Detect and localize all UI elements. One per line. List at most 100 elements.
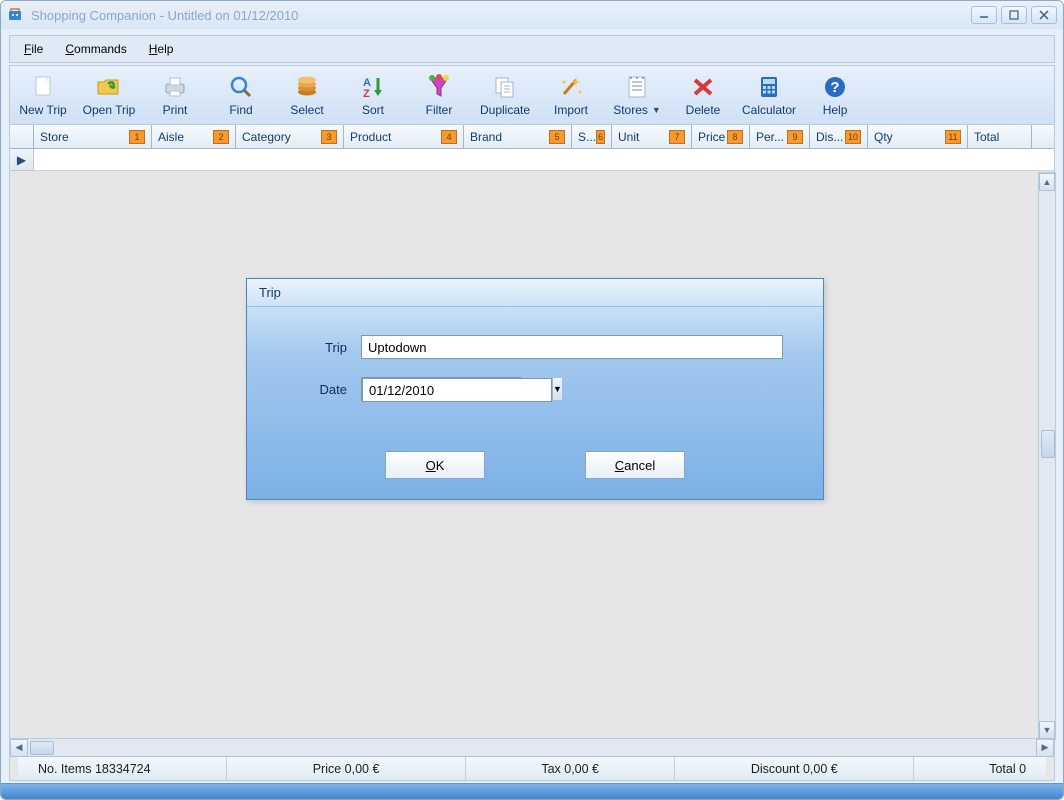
column-badge-icon: 1 (129, 130, 145, 144)
column-label: Store (40, 130, 69, 144)
print-button[interactable]: Print (142, 66, 208, 124)
delete-button[interactable]: Delete (670, 66, 736, 124)
wand-icon (555, 73, 587, 101)
column-header[interactable]: Store 1 (34, 125, 152, 148)
column-header[interactable]: Qty11 (868, 125, 968, 148)
column-label: Product (350, 130, 391, 144)
horizontal-scrollbar[interactable]: ◀ ▶ (10, 738, 1054, 756)
date-dropdown-button[interactable]: ▼ (552, 378, 562, 400)
row-selector[interactable]: ▶ (10, 149, 34, 171)
status-bar: No. Items 18334724 Price 0,00 € Tax 0,00… (18, 756, 1046, 780)
status-discount: Discount 0,00 € (675, 757, 914, 780)
toolbar-label: Sort (362, 103, 384, 117)
trip-label: Trip (287, 340, 347, 355)
minimize-button[interactable] (971, 6, 997, 24)
column-badge-icon: 2 (213, 130, 229, 144)
scroll-down-button[interactable]: ▼ (1039, 721, 1055, 739)
title-bar: Shopping Companion - Untitled on 01/12/2… (1, 1, 1063, 29)
select-button[interactable]: Select (274, 66, 340, 124)
copy-icon (489, 73, 521, 101)
calculator-button[interactable]: Calculator (736, 66, 802, 124)
column-label: Category (242, 130, 291, 144)
menu-bar: File Commands Help (9, 35, 1055, 63)
svg-text:?: ? (830, 79, 839, 96)
row-cells[interactable] (34, 149, 1054, 171)
notes-icon (621, 73, 653, 101)
column-header[interactable]: S...6 (572, 125, 612, 148)
column-badge-icon: 9 (787, 130, 803, 144)
scroll-thumb[interactable] (30, 741, 54, 755)
column-label: Total (974, 130, 999, 144)
chevron-down-icon: ▼ (652, 105, 661, 115)
column-header[interactable]: Per...9 (750, 125, 810, 148)
date-label: Date (287, 382, 347, 397)
toolbar-label: Print (163, 103, 188, 117)
date-input[interactable] (362, 378, 552, 402)
find-button[interactable]: Find (208, 66, 274, 124)
column-badge-icon: 10 (845, 130, 861, 144)
status-total: Total 0 (914, 757, 1046, 780)
close-button[interactable] (1031, 6, 1057, 24)
new-trip-button[interactable]: New Trip (10, 66, 76, 124)
maximize-button[interactable] (1001, 6, 1027, 24)
menu-commands[interactable]: Commands (55, 38, 136, 60)
toolbar-label: Stores (613, 103, 648, 117)
toolbar-label: Help (823, 103, 848, 117)
filter-button[interactable]: Filter (406, 66, 472, 124)
menu-file[interactable]: File (14, 38, 53, 60)
stack-icon (291, 73, 323, 101)
scroll-left-button[interactable]: ◀ (10, 739, 28, 757)
column-label: Price (698, 130, 725, 144)
folder-icon (93, 73, 125, 101)
help-button[interactable]: ? Help (802, 66, 868, 124)
vscroll-track[interactable] (1039, 191, 1055, 721)
cancel-button[interactable]: Cancel (585, 451, 685, 479)
open-trip-button[interactable]: Open Trip (76, 66, 142, 124)
window-title: Shopping Companion - Untitled on 01/12/2… (31, 8, 971, 23)
vscroll-thumb[interactable] (1041, 430, 1055, 458)
scroll-right-button[interactable]: ▶ (1036, 739, 1054, 757)
window-buttons (971, 6, 1057, 24)
duplicate-button[interactable]: Duplicate (472, 66, 538, 124)
trip-input[interactable] (361, 335, 783, 359)
date-combo[interactable]: ▼ (361, 377, 521, 401)
svg-text:Z: Z (363, 88, 370, 100)
table-header: Store1Aisle2Category3Product4Brand5S...6… (10, 125, 1054, 149)
column-header[interactable] (10, 125, 34, 148)
scroll-track[interactable] (28, 739, 1036, 757)
status-tax: Tax 0,00 € (466, 757, 675, 780)
column-label: S... (578, 130, 596, 144)
column-header[interactable]: Price8 (692, 125, 750, 148)
import-button[interactable]: Import (538, 66, 604, 124)
help-icon: ? (819, 73, 851, 101)
menu-help[interactable]: Help (139, 38, 184, 60)
vertical-scrollbar[interactable]: ▲ ▼ (1038, 172, 1056, 740)
column-badge-icon: 5 (549, 130, 565, 144)
calc-icon (753, 73, 785, 101)
column-header[interactable]: Brand5 (464, 125, 572, 148)
trip-dialog: Trip Trip Date ▼ OK Cancel (246, 278, 824, 500)
column-badge-icon: 4 (441, 130, 457, 144)
status-items: No. Items 18334724 (18, 757, 227, 780)
bottom-accent-bar (1, 783, 1063, 799)
column-badge-icon: 6 (596, 130, 605, 144)
date-row: Date ▼ (287, 377, 783, 401)
scroll-up-button[interactable]: ▲ (1039, 173, 1055, 191)
ok-button[interactable]: OK (385, 451, 485, 479)
column-header[interactable]: Dis...10 (810, 125, 868, 148)
column-header[interactable]: Total (968, 125, 1032, 148)
table-row: ▶ (10, 149, 1054, 171)
stores-button[interactable]: Stores ▼ (604, 66, 670, 124)
dialog-body: Trip Date ▼ OK Cancel (247, 307, 823, 499)
column-header[interactable]: Aisle 2 (152, 125, 236, 148)
sort-button[interactable]: AZSort (340, 66, 406, 124)
toolbar-label: Import (554, 103, 588, 117)
toolbar-label: Calculator (742, 103, 796, 117)
column-badge-icon: 7 (669, 130, 685, 144)
column-header[interactable]: Product 4 (344, 125, 464, 148)
dialog-title: Trip (247, 279, 823, 307)
column-label: Aisle (158, 130, 184, 144)
toolbar-label: Filter (426, 103, 453, 117)
column-header[interactable]: Unit7 (612, 125, 692, 148)
column-header[interactable]: Category3 (236, 125, 344, 148)
